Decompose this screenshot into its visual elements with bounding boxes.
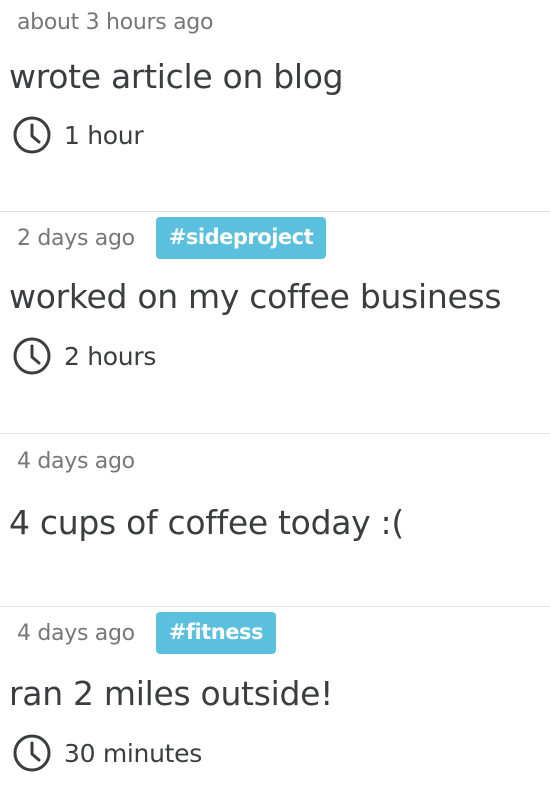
clock-icon (12, 733, 52, 773)
tag-badge[interactable]: #sideproject (155, 217, 327, 259)
entry-meta: about 3 hours ago (9, 5, 550, 39)
entry-title[interactable]: worked on my coffee business (9, 274, 550, 320)
entry-timestamp: 4 days ago (17, 448, 135, 474)
feed-entry: 4 days ago #fitness ran 2 miles outside!… (0, 607, 550, 800)
entry-title[interactable]: wrote article on blog (9, 54, 550, 100)
duration-label: 1 hour (64, 120, 144, 150)
entry-meta: 4 days ago (9, 444, 550, 478)
entry-timestamp: 4 days ago (17, 620, 135, 646)
feed-entry: 2 days ago #sideproject worked on my cof… (0, 212, 550, 434)
activity-feed: about 3 hours ago wrote article on blog … (0, 0, 550, 800)
duration-label: 2 hours (64, 341, 157, 371)
entry-title[interactable]: ran 2 miles outside! (9, 671, 550, 717)
entry-timestamp: about 3 hours ago (17, 9, 214, 35)
feed-entry: 4 days ago 4 cups of coffee today :( (0, 434, 550, 607)
entry-duration: 2 hours (9, 336, 550, 376)
feed-entry: about 3 hours ago wrote article on blog … (0, 0, 550, 212)
duration-label: 30 minutes (64, 738, 202, 768)
entry-meta: 4 days ago #fitness (9, 612, 550, 654)
entry-duration: 30 minutes (9, 733, 550, 773)
entry-meta: 2 days ago #sideproject (9, 217, 550, 259)
clock-icon (12, 336, 52, 376)
clock-icon (12, 115, 52, 155)
tag-badge[interactable]: #fitness (155, 612, 276, 654)
entry-timestamp: 2 days ago (17, 225, 135, 251)
entry-title[interactable]: 4 cups of coffee today :( (9, 500, 550, 546)
entry-duration: 1 hour (9, 115, 550, 155)
